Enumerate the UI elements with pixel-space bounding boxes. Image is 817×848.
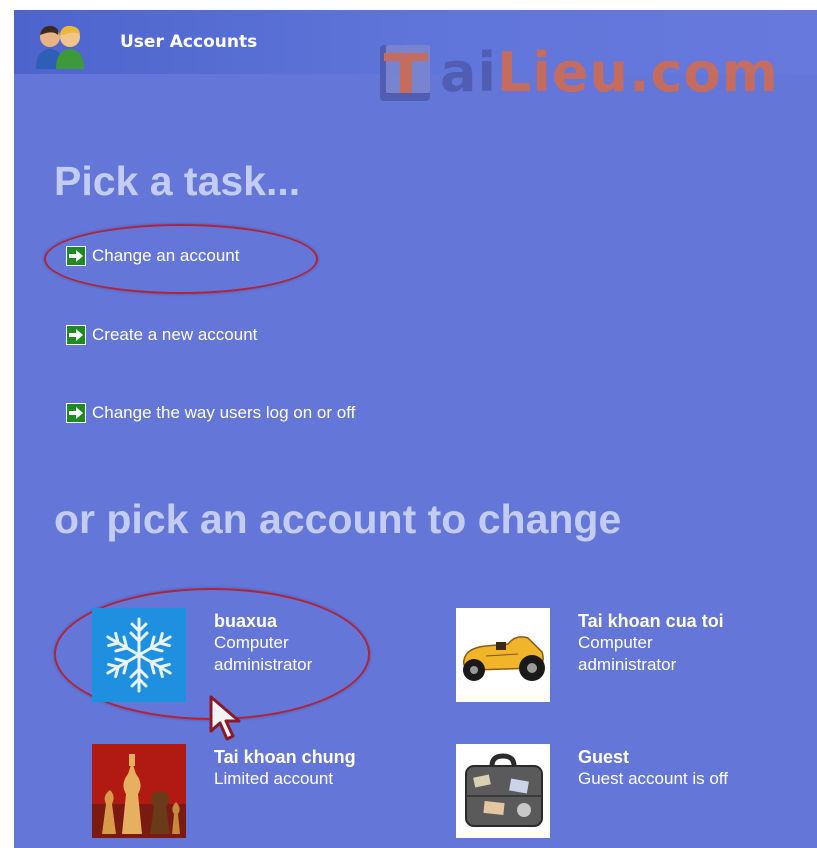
green-arrow-icon: [66, 325, 86, 345]
mouse-cursor-icon: [209, 695, 241, 741]
account-type: Limited account: [214, 769, 334, 788]
watermark-text-2: Lieu: [496, 41, 629, 104]
book-icon: T: [380, 45, 430, 101]
account-buaxua[interactable]: buaxua Computer administrator: [92, 608, 312, 702]
green-arrow-icon: [66, 403, 86, 423]
user-accounts-panel: User Accounts T aiLieu.com Pick a task..…: [14, 10, 817, 848]
account-info: Tai khoan cua toi Computer administrator: [578, 610, 724, 702]
task-change-account[interactable]: Change an account: [66, 246, 239, 266]
window-title: User Accounts: [120, 32, 258, 52]
task-create-account[interactable]: Create a new account: [66, 325, 257, 345]
account-name: Tai khoan cua toi: [578, 611, 724, 631]
task-label: Change an account: [92, 246, 240, 265]
account-type: Computer: [578, 633, 653, 652]
race-car-picture: [456, 608, 550, 702]
account-type: Computer: [214, 633, 289, 652]
task-label: Change the way users log on or off: [92, 403, 356, 422]
account-tai-khoan-chung[interactable]: Tai khoan chung Limited account: [92, 744, 356, 838]
account-info: buaxua Computer administrator: [214, 610, 312, 702]
account-guest[interactable]: Guest Guest account is off: [456, 744, 728, 838]
account-name: Tai khoan chung: [214, 747, 356, 767]
account-name: Guest: [578, 747, 630, 767]
account-type: Guest account is off: [578, 769, 728, 788]
account-type-line2: administrator: [214, 655, 313, 674]
chess-pieces-picture: [92, 744, 186, 838]
account-info: Guest Guest account is off: [578, 746, 728, 838]
account-info: Tai khoan chung Limited account: [214, 746, 356, 838]
watermark-text-1: ai: [440, 41, 497, 104]
account-name: buaxua: [214, 611, 278, 631]
watermark-logo: T aiLieu.com: [378, 32, 779, 114]
account-tai-khoan-cua-toi[interactable]: Tai khoan cua toi Computer administrator: [456, 608, 724, 702]
account-type-line2: administrator: [578, 655, 677, 674]
task-label: Create a new account: [92, 325, 258, 344]
task-change-logon[interactable]: Change the way users log on or off: [66, 403, 355, 423]
snowflake-picture: [92, 608, 186, 702]
pick-account-heading: or pick an account to change: [54, 496, 622, 542]
suitcase-picture: [456, 744, 550, 838]
green-arrow-icon: [66, 246, 86, 266]
watermark-text-3: .com: [628, 41, 779, 104]
pick-task-heading: Pick a task...: [54, 158, 301, 204]
user-accounts-icon: [36, 25, 84, 69]
